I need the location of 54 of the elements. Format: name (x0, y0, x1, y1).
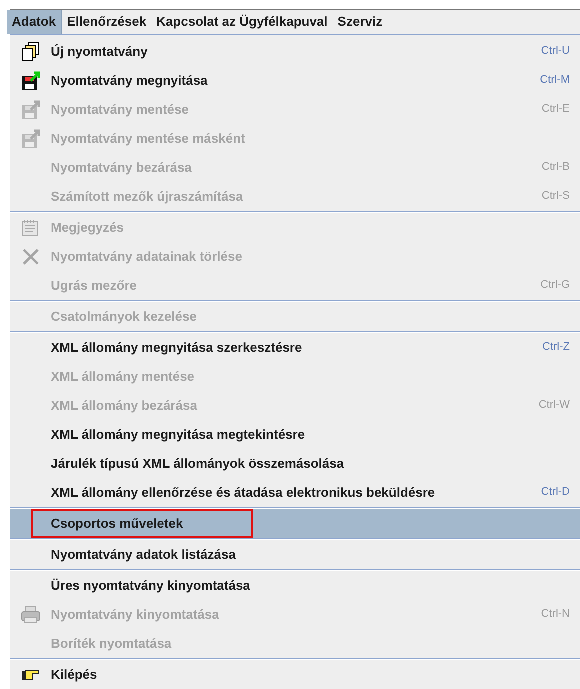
shortcut-label: Ctrl-G (540, 278, 570, 294)
menu-item[interactable]: XML állomány ellenőrzése és átadása elektronikus beküldésre Ctrl-D (10, 478, 580, 507)
menu-item-label: Nyomtatvány adatok listázása (51, 546, 236, 564)
menu-item-label: Számított mezők újraszámítása (51, 188, 244, 206)
printer-icon (20, 604, 40, 624)
pointing-hand-icon (20, 668, 40, 682)
floppy-disk-icon (20, 128, 40, 148)
menu-item-label: Nyomtatvány mentése másként (51, 130, 246, 148)
menu-item-label: Üres nyomtatvány kinyomtatása (51, 576, 250, 595)
menu-item-label: XML állomány megnyitása szerkesztésre (51, 338, 302, 357)
shortcut-label: Ctrl-N (541, 607, 570, 622)
menu-item-label: Nyomtatvány adatainak törlése (51, 248, 242, 266)
menu-item[interactable]: Nyomtatvány megnyitása Ctrl-M (10, 66, 580, 95)
menu-item-label: Csatolmányok kezelése (51, 308, 197, 326)
menu-item[interactable]: Csoportos műveletek (10, 509, 580, 538)
menu-item[interactable]: Járulék típusú XML állományok összemásolása (10, 449, 580, 478)
shortcut-label: Ctrl-M (540, 73, 570, 88)
close-icon (20, 246, 40, 266)
note-icon (20, 218, 40, 238)
menu-item[interactable]: Új nyomtatvány Ctrl-U (10, 37, 580, 66)
floppy-disk-arrow-icon (20, 70, 40, 90)
shortcut-label: Ctrl-B (542, 160, 570, 176)
menu-item-label: Boríték nyomtatása (51, 634, 172, 653)
shortcut-label: Ctrl-U (541, 44, 570, 60)
menu-item-label: Csoportos műveletek (51, 514, 184, 533)
shortcut-label: Ctrl-Z (542, 340, 570, 356)
shortcut-label: Ctrl-D (541, 485, 570, 500)
menu-item-label: Nyomtatvány megnyitása (51, 72, 208, 90)
menu-item[interactable]: Kilépés (10, 660, 580, 689)
menu-item-label: Kilépés (51, 666, 98, 684)
menu-item-label: Ugrás mezőre (51, 276, 137, 295)
menu-bar-item[interactable]: Kapcsolat az Ügyfélkapuval (152, 10, 333, 34)
menu-bar-item[interactable]: Ellenőrzések (62, 10, 152, 34)
pages-icon (20, 42, 40, 62)
menu-item[interactable]: Nyomtatvány adatok listázása (10, 540, 580, 569)
menu-item-label: Nyomtatvány bezárása (51, 158, 192, 177)
menu-item[interactable]: Üres nyomtatvány kinyomtatása (10, 571, 580, 600)
menu-item-label: Megjegyzés (51, 218, 124, 237)
menu-item-label: XML állomány bezárása (51, 396, 198, 415)
floppy-disk-icon (20, 100, 40, 120)
shortcut-label: Ctrl-W (538, 398, 570, 414)
menu-item-label: Nyomtatvány kinyomtatása (51, 606, 220, 624)
shortcut-label: Ctrl-S (542, 189, 570, 204)
menu-item[interactable]: XML állomány megnyitása szerkesztésre Ctrl-Z (10, 333, 580, 362)
menu-bar-item[interactable]: Adatok (7, 10, 62, 34)
menu-item-label: Új nyomtatvány (51, 42, 148, 61)
menu-item-label: XML állomány megnyitása megtekintésre (51, 426, 306, 444)
menu-item[interactable]: XML állomány megnyitása megtekintésre (10, 420, 580, 449)
menu-item-label: Nyomtatvány mentése (51, 100, 189, 119)
menu-item-label: XML állomány mentése (51, 368, 195, 386)
menu-item-label: Járulék típusú XML állományok összemásolása (51, 454, 344, 473)
menu-bar-item[interactable]: Szerviz (332, 10, 388, 34)
shortcut-label: Ctrl-E (542, 102, 570, 118)
menu-item-label: XML állomány ellenőrzése és átadása elektronikus beküldésre (51, 484, 436, 502)
